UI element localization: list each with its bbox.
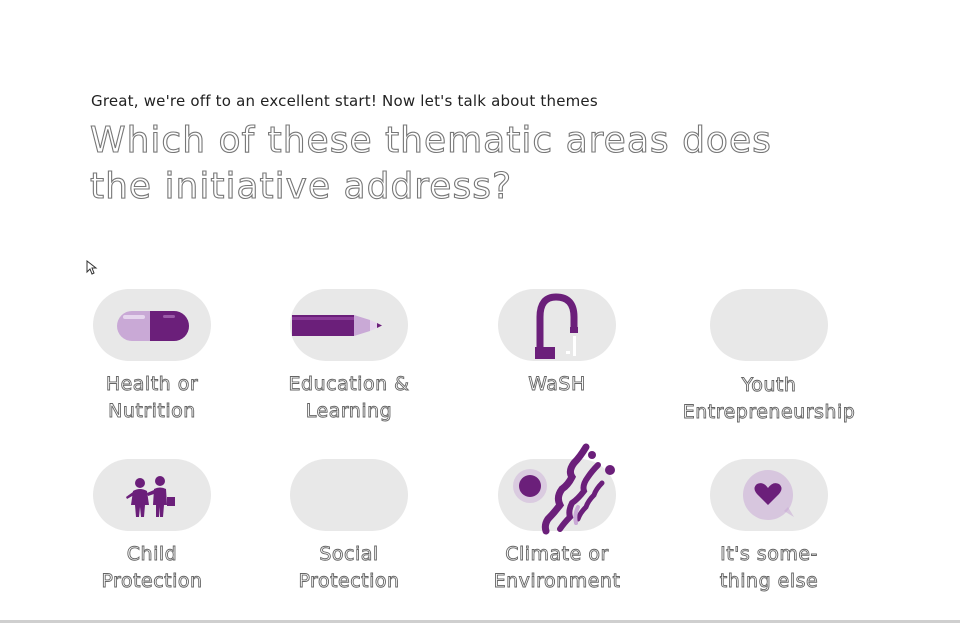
option-pill [290, 459, 408, 531]
question-line-1: Which of these thematic areas does [89, 119, 772, 161]
option-label-line-2: Learning [305, 400, 393, 423]
option-label: Education & Learning [249, 371, 449, 425]
option-label-line-1: WaSH [528, 373, 586, 396]
option-label-line-2: thing else [719, 570, 819, 593]
option-something-else[interactable]: It's some- thing else [669, 459, 869, 609]
question-heading: Which of these thematic areas does the i… [89, 118, 790, 210]
option-label-line-1: Climate or [505, 543, 609, 566]
children-icon [126, 476, 175, 517]
option-label: WaSH [457, 371, 657, 398]
option-label-line-2: Protection [101, 570, 203, 593]
option-label-line-2: Environment [493, 570, 621, 593]
option-label-line-2: Protection [298, 570, 400, 593]
option-wash[interactable]: WaSH [457, 289, 657, 439]
option-label: Health or Nutrition [52, 371, 252, 425]
option-health-nutrition[interactable]: Health or Nutrition [52, 289, 252, 439]
option-label-line-2: Nutrition [108, 400, 196, 423]
option-education-learning[interactable]: Education & Learning [249, 289, 449, 439]
intro-text: Great, we're off to an excellent start! … [91, 92, 598, 110]
option-label: Youth Entrepreneurship [669, 372, 869, 426]
option-child-protection[interactable]: Child Protection [52, 459, 252, 609]
option-label-line-2: Entrepreneurship [682, 401, 856, 424]
pill-capsule-icon [117, 311, 189, 341]
option-label: Social Protection [249, 541, 449, 595]
option-label: Child Protection [52, 541, 252, 595]
option-youth-entrepreneurship[interactable]: Youth Entrepreneurship [669, 289, 869, 439]
option-climate-environment[interactable]: Climate or Environment [457, 443, 657, 609]
mouse-cursor-icon [86, 260, 98, 275]
heart-bubble-icon [743, 470, 794, 520]
option-label-line-1: Youth [741, 374, 797, 397]
option-social-protection[interactable]: Social Protection [249, 459, 449, 609]
option-label-line-1: Education & [288, 373, 410, 396]
water-tap-icon [535, 293, 578, 359]
sun-waves-icon [513, 443, 615, 535]
option-label: Climate or Environment [457, 541, 657, 595]
pencil-icon [292, 315, 382, 336]
option-label-line-1: Child [126, 543, 178, 566]
question-line-2: the initiative address? [89, 165, 513, 207]
option-label-line-1: Social [319, 543, 379, 566]
option-label-line-1: Health or [105, 373, 199, 396]
option-label-line-1: It's some- [720, 543, 818, 566]
option-label: It's some- thing else [669, 541, 869, 595]
option-pill [710, 289, 828, 361]
